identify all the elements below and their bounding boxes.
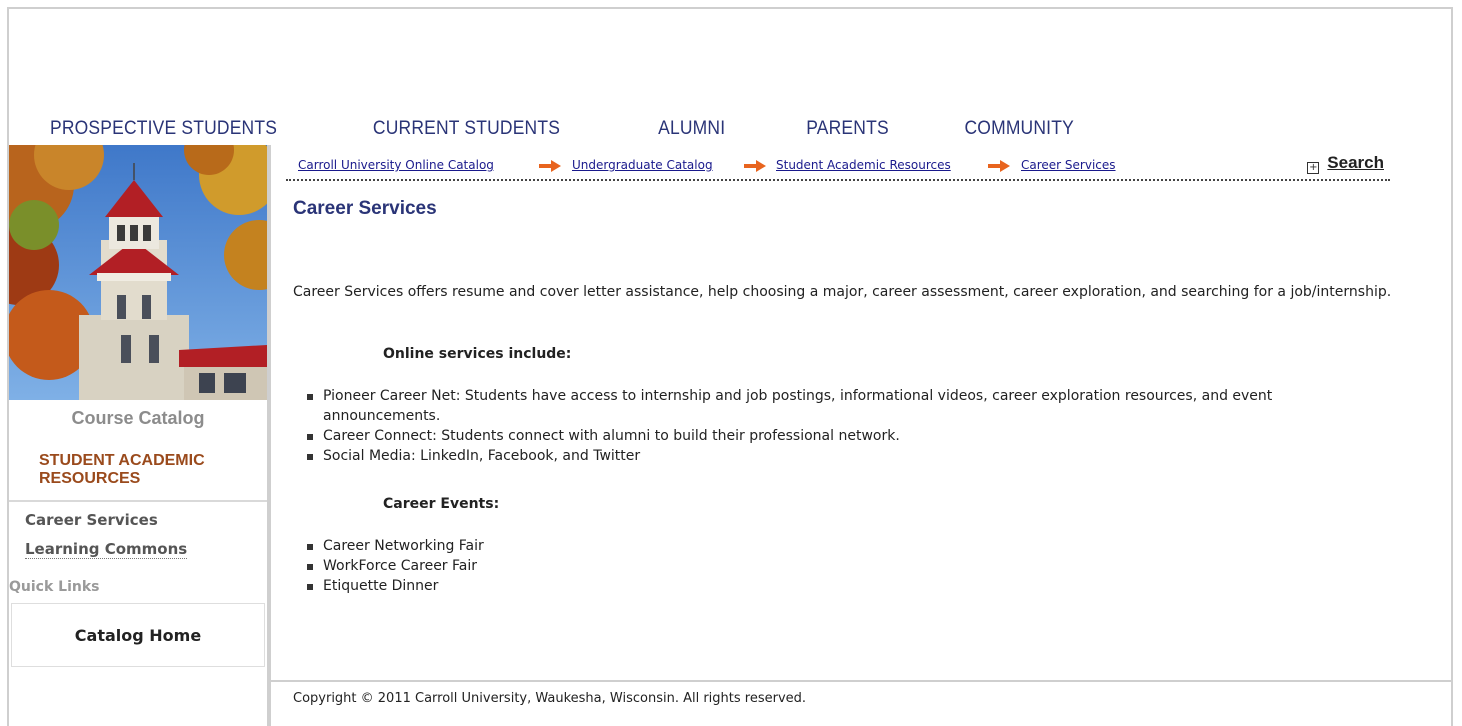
course-catalog-label: Course Catalog: [71, 408, 205, 428]
nav-community[interactable]: COMMUNITY: [964, 118, 1073, 140]
list-item: Career Connect: Students connect with al…: [305, 426, 1385, 446]
nav-current-students[interactable]: CURRENT STUDENTS: [373, 118, 560, 140]
search-link[interactable]: Search: [1327, 153, 1384, 172]
nav-alumni[interactable]: ALUMNI: [658, 118, 725, 140]
nav-prospective-students[interactable]: PROSPECTIVE STUDENTS: [50, 118, 277, 140]
breadcrumb-online-catalog[interactable]: Carroll University Online Catalog: [298, 158, 494, 172]
list-item: Etiquette Dinner: [305, 576, 1385, 596]
footer-copyright: Copyright © 2011 Carroll University, Wau…: [293, 691, 807, 706]
sidebar-link-learning-commons[interactable]: Learning Commons: [25, 540, 188, 559]
career-events-heading: Career Events:: [383, 496, 500, 512]
sidebar: Course Catalog STUDENT ACADEMIC RESOURCE…: [9, 145, 267, 726]
arrow-right-icon: [539, 160, 561, 175]
breadcrumb-student-academic-resources[interactable]: Student Academic Resources: [776, 158, 951, 172]
campus-building-photo: [9, 145, 267, 400]
arrow-right-icon: [988, 160, 1010, 175]
footer-divider: [271, 680, 1453, 682]
catalog-home-button[interactable]: Catalog Home: [11, 603, 265, 667]
search-toggle[interactable]: + Search: [1307, 153, 1384, 174]
breadcrumb: Carroll University Online Catalog Underg…: [286, 153, 1390, 181]
online-services-list: Pioneer Career Net: Students have access…: [305, 386, 1385, 466]
sidebar-border: [267, 145, 271, 726]
main-content: Career Services offers resume and cover …: [293, 282, 1393, 594]
career-events-list: Career Networking Fair WorkForce Career …: [305, 536, 1385, 596]
online-services-heading: Online services include:: [383, 346, 572, 362]
list-item: Career Networking Fair: [305, 536, 1385, 556]
intro-paragraph: Career Services offers resume and cover …: [293, 284, 1392, 300]
list-item: WorkForce Career Fair: [305, 556, 1385, 576]
page-title: Career Services: [293, 198, 437, 219]
sidebar-link-career-services[interactable]: Career Services: [25, 511, 158, 529]
section-heading[interactable]: STUDENT ACADEMIC RESOURCES: [39, 452, 254, 488]
list-item: Social Media: LinkedIn, Facebook, and Tw…: [305, 446, 1385, 466]
quick-links-label: Quick Links: [9, 579, 100, 595]
list-item: Pioneer Career Net: Students have access…: [305, 386, 1385, 426]
breadcrumb-career-services[interactable]: Career Services: [1021, 158, 1116, 172]
breadcrumb-undergraduate-catalog[interactable]: Undergraduate Catalog: [572, 158, 713, 172]
nav-parents[interactable]: PARENTS: [806, 118, 889, 140]
expand-plus-icon[interactable]: +: [1307, 162, 1320, 174]
arrow-right-icon: [744, 160, 766, 175]
sidebar-divider: [9, 500, 267, 502]
